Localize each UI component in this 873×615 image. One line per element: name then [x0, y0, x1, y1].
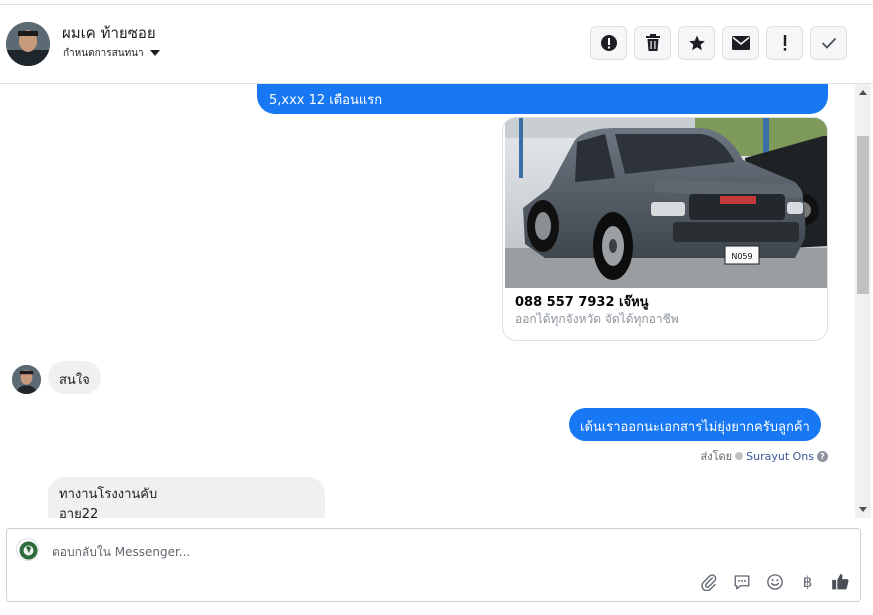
incoming-message-line: ทางานโรงงานคับ [59, 487, 158, 502]
page-avatar [16, 538, 39, 561]
outgoing-message-text: เด้นเราออกนะเอกสารไม่ยุ่งยากครับลูกค้า [580, 420, 810, 435]
saved-reply-icon[interactable] [732, 572, 751, 591]
reply-composer[interactable]: ตอบกลับใน Messenger... ฿ [6, 528, 861, 602]
message-thread[interactable]: 5,xxx 12 เดือนแรก N059 088 557 7932 เจ๊ห… [0, 84, 855, 518]
mark-unread-button[interactable] [722, 26, 759, 60]
scroll-up-arrow-icon[interactable] [859, 90, 867, 95]
image-card-message[interactable]: N059 088 557 7932 เจ๊หนู ออกได้ทุกจังหวั… [502, 117, 828, 341]
conversation-header: ผมเค ท้ายซอย กำหนดการสนทนา [0, 5, 873, 84]
incoming-message-text: สนใจ [59, 373, 90, 388]
spam-icon [600, 35, 617, 51]
sent-by-info: ส่งโดย Surayut Ons ? [701, 447, 828, 465]
help-icon[interactable]: ? [817, 450, 828, 462]
card-title: 088 557 7932 เจ๊หนู [515, 295, 649, 310]
like-icon[interactable] [831, 572, 850, 591]
outgoing-message: เด้นเราออกนะเอกสารไม่ยุ่งยากครับลูกค้า [569, 408, 821, 441]
mark-spam-button[interactable] [590, 26, 627, 60]
star-button[interactable] [678, 26, 715, 60]
composer-toolbar: ฿ [699, 572, 850, 591]
attachment-icon[interactable] [699, 572, 718, 591]
contact-name: ผมเค ท้ายซอย [62, 24, 156, 42]
reply-input[interactable]: ตอบกลับใน Messenger... [52, 543, 190, 562]
star-icon [688, 35, 705, 51]
incoming-message-line: อาย22 [59, 507, 99, 518]
mark-important-button[interactable] [766, 26, 803, 60]
outgoing-message-text: 5,xxx 12 เดือนแรก [269, 93, 383, 108]
outgoing-message: 5,xxx 12 เดือนแรก [257, 84, 828, 114]
card-description: ออกได้ทุกจังหวัด จัดได้ทุกอาชีพ [515, 312, 679, 326]
check-icon [821, 37, 836, 49]
contact-avatar[interactable] [6, 22, 50, 66]
assign-conversation-label: กำหนดการสนทนา [63, 48, 144, 59]
incoming-message: สนใจ [48, 361, 101, 394]
important-icon [783, 35, 786, 51]
header-toolbar [590, 26, 847, 60]
incoming-message: ทางานโรงงานคับ อาย22 [48, 477, 325, 518]
sender-status-icon [735, 452, 744, 460]
thread-scrollbar[interactable] [855, 84, 871, 518]
mark-done-button[interactable] [810, 26, 847, 60]
pickup-truck-image: N059 [505, 118, 827, 288]
scrollbar-thumb[interactable] [857, 136, 869, 294]
caret-down-icon [149, 50, 160, 56]
assign-conversation-dropdown[interactable]: กำหนดการสนทนา [63, 46, 160, 61]
sender-name[interactable]: Surayut Ons [746, 450, 814, 463]
trash-icon [645, 34, 660, 51]
emoji-icon[interactable] [765, 572, 784, 591]
delete-button[interactable] [634, 26, 671, 60]
scroll-down-arrow-icon[interactable] [859, 507, 867, 512]
mail-icon [731, 36, 750, 50]
license-plate: N059 [731, 252, 752, 261]
payment-icon[interactable]: ฿ [798, 572, 817, 591]
sent-by-label: ส่งโดย [700, 450, 733, 463]
contact-avatar-small [12, 365, 41, 394]
